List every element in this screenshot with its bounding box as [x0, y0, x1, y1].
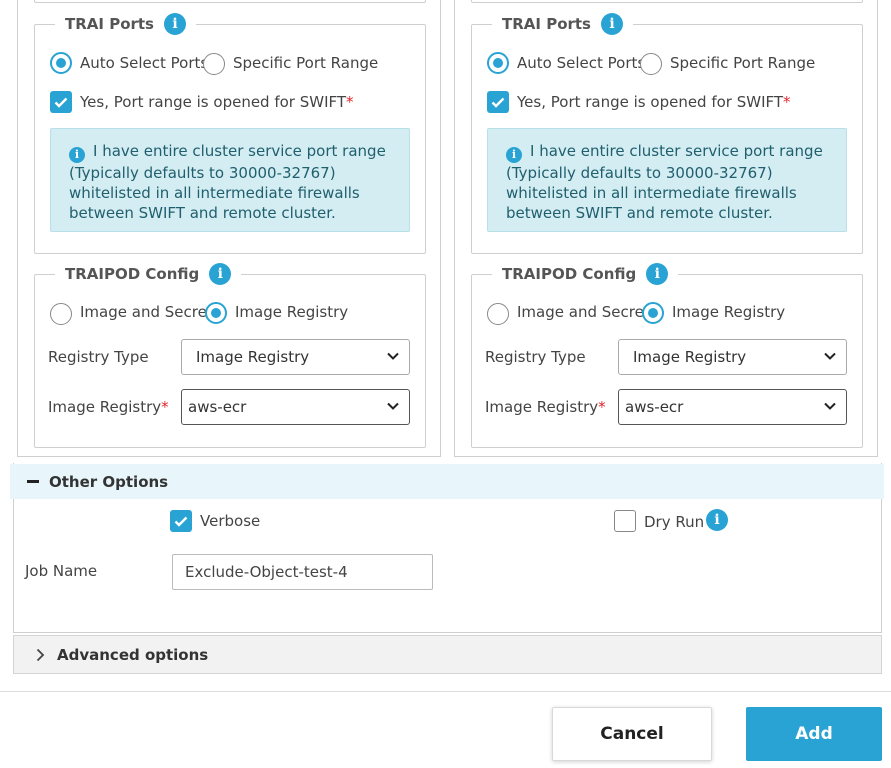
- registry-type-value: Image Registry: [196, 348, 310, 366]
- image-registry-radio-label: Image Registry: [672, 303, 786, 321]
- image-and-secret-radio[interactable]: [487, 303, 509, 325]
- port-range-opened-label: Yes, Port range is opened for SWIFT*: [517, 93, 791, 111]
- trai-ports-fieldset: TRAI Ports i Auto Select Ports Specific …: [34, 11, 426, 254]
- check-icon: [491, 97, 505, 108]
- image-registry-select[interactable]: aws-ecr: [618, 389, 847, 425]
- info-icon[interactable]: i: [209, 263, 232, 285]
- alert-text: I have entire cluster service port range…: [506, 142, 823, 222]
- trai-ports-title: TRAI Ports: [65, 15, 154, 33]
- image-registry-select[interactable]: aws-ecr: [181, 389, 410, 425]
- info-icon[interactable]: i: [164, 13, 186, 35]
- required-mark: *: [346, 93, 354, 111]
- dry-run-label: Dry Run: [644, 513, 705, 531]
- required-mark: *: [598, 398, 606, 416]
- trai-ports-legend: TRAI Ports i: [492, 11, 633, 37]
- specific-port-range-radio[interactable]: [203, 53, 225, 75]
- chevron-down-icon: [824, 402, 836, 410]
- image-registry-radio-label: Image Registry: [235, 303, 349, 321]
- previous-fieldset: [34, 0, 426, 3]
- check-icon: [174, 516, 188, 527]
- add-button-label: Add: [795, 724, 833, 744]
- image-registry-label: Image Registry*: [48, 398, 169, 416]
- image-registry-value: aws-ecr: [188, 398, 247, 416]
- advanced-options-header[interactable]: Advanced options: [13, 635, 882, 674]
- image-registry-radio[interactable]: [642, 302, 664, 324]
- traipod-config-fieldset: TRAIPOD Config i Image and Secret Image …: [471, 261, 863, 448]
- chevron-right-icon: [36, 648, 45, 661]
- port-range-info-alert: iI have entire cluster service port rang…: [50, 128, 410, 232]
- required-mark: *: [161, 398, 169, 416]
- trai-ports-legend: TRAI Ports i: [55, 11, 196, 37]
- auto-select-ports-radio[interactable]: [487, 52, 509, 74]
- footer-divider: [0, 691, 891, 692]
- traipod-config-fieldset: TRAIPOD Config i Image and Secret Image …: [34, 261, 426, 448]
- check-icon: [54, 97, 68, 108]
- info-icon: i: [69, 146, 85, 163]
- traipod-config-legend: TRAIPOD Config i: [492, 261, 679, 287]
- registry-type-select[interactable]: Image Registry: [181, 339, 410, 375]
- auto-select-ports-label: Auto Select Ports: [517, 54, 646, 72]
- registry-type-label: Registry Type: [48, 348, 149, 366]
- port-range-info-alert: iI have entire cluster service port rang…: [487, 128, 847, 232]
- advanced-options-title: Advanced options: [57, 645, 209, 664]
- port-range-opened-checkbox[interactable]: [487, 91, 509, 113]
- chevron-down-icon: [824, 352, 836, 360]
- cancel-button[interactable]: Cancel: [552, 707, 712, 761]
- job-name-label: Job Name: [25, 562, 98, 580]
- collapse-icon: [27, 480, 39, 483]
- port-range-opened-label: Yes, Port range is opened for SWIFT*: [80, 93, 354, 111]
- alert-text: I have entire cluster service port range…: [69, 142, 386, 222]
- image-registry-value: aws-ecr: [625, 398, 684, 416]
- verbose-label: Verbose: [200, 512, 261, 530]
- info-icon[interactable]: i: [646, 263, 669, 285]
- image-registry-label: Image Registry*: [485, 398, 606, 416]
- info-icon[interactable]: i: [706, 509, 728, 531]
- registry-type-select[interactable]: Image Registry: [618, 339, 847, 375]
- other-options-header[interactable]: Other Options: [10, 464, 884, 499]
- traipod-config-title: TRAIPOD Config: [65, 265, 200, 283]
- previous-fieldset: [471, 0, 863, 3]
- image-and-secret-label: Image and Secret: [517, 303, 650, 321]
- port-range-opened-checkbox[interactable]: [50, 91, 72, 113]
- required-mark: *: [783, 93, 791, 111]
- traipod-config-legend: TRAIPOD Config i: [55, 261, 242, 287]
- job-name-value: Exclude-Object-test-4: [185, 563, 348, 581]
- auto-select-ports-radio[interactable]: [50, 52, 72, 74]
- chevron-down-icon: [387, 352, 399, 360]
- cancel-button-label: Cancel: [600, 724, 664, 744]
- trai-ports-fieldset: TRAI Ports i Auto Select Ports Specific …: [471, 11, 863, 254]
- left-config-panel: TRAI Ports i Auto Select Ports Specific …: [17, 0, 441, 457]
- image-registry-radio[interactable]: [205, 302, 227, 324]
- registry-type-value: Image Registry: [633, 348, 747, 366]
- add-button[interactable]: Add: [746, 707, 882, 761]
- other-options-title: Other Options: [49, 472, 169, 491]
- info-icon: i: [506, 146, 522, 163]
- image-and-secret-radio[interactable]: [50, 303, 72, 325]
- specific-port-range-radio[interactable]: [640, 53, 662, 75]
- right-config-panel: TRAI Ports i Auto Select Ports Specific …: [454, 0, 878, 457]
- info-icon[interactable]: i: [601, 13, 623, 35]
- chevron-down-icon: [387, 402, 399, 410]
- dry-run-checkbox[interactable]: [614, 510, 636, 532]
- specific-port-range-label: Specific Port Range: [233, 54, 379, 72]
- traipod-config-title: TRAIPOD Config: [502, 265, 637, 283]
- specific-port-range-label: Specific Port Range: [670, 54, 816, 72]
- job-name-input[interactable]: Exclude-Object-test-4: [172, 554, 433, 590]
- trai-ports-title: TRAI Ports: [502, 15, 591, 33]
- auto-select-ports-label: Auto Select Ports: [80, 54, 209, 72]
- registry-type-label: Registry Type: [485, 348, 586, 366]
- image-and-secret-label: Image and Secret: [80, 303, 213, 321]
- verbose-checkbox[interactable]: [170, 510, 192, 532]
